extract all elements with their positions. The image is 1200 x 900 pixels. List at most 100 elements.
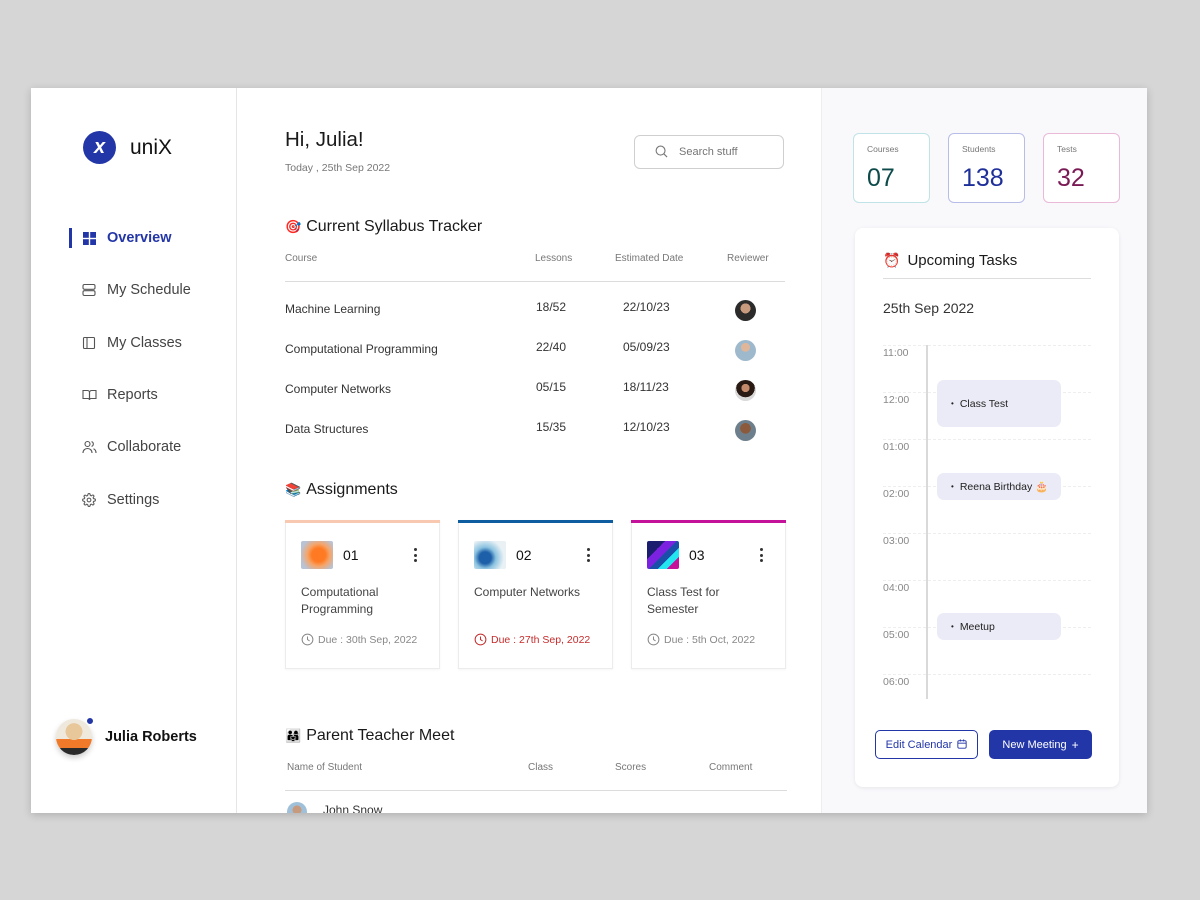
col-scores: Scores [615,762,647,773]
sidebar-item-reports[interactable]: Reports [31,369,237,421]
time-label: 02:00 [883,488,910,500]
table-row[interactable]: Computational Programming 22/40 05/09/23 [285,340,785,362]
estimated-date: 05/09/23 [623,340,670,354]
ptm-title: Parent Teacher Meet [306,727,455,744]
estimated-date: 18/11/23 [623,380,669,394]
classes-icon [81,335,97,351]
card-accent-bar [458,520,613,523]
assignment-card[interactable]: 02 Computer Networks Due : 27th Sep, 202… [458,520,613,669]
sidebar-item-collaborate[interactable]: Collaborate [31,421,237,473]
col-student-name: Name of Student [287,762,363,773]
search-icon [655,145,669,159]
sidebar-item-my-classes[interactable]: My Classes [31,317,237,369]
lessons: 15/35 [536,420,567,434]
search-box[interactable] [634,135,784,169]
calendar-icon [957,738,967,752]
timeline-gridline [883,345,1091,346]
event-label: Class Test [959,397,1009,410]
app-window: x uniX Overview My Schedule My Classes R… [31,88,1147,813]
main-content: Hi, Julia! Today , 25th Sep 2022 🎯 Curre… [237,88,821,813]
assignment-thumbnail [301,541,333,569]
syllabus-table-header: Course Lessons Estimated Date Reviewer [285,253,785,267]
col-class: Class [528,762,554,773]
sidebar-item-label: Overview [107,230,172,247]
event-class-test[interactable]: • Class Test [937,380,1061,427]
timeline-axis [926,345,928,699]
search-input[interactable] [679,146,769,158]
user-profile[interactable]: Julia Roberts [56,717,197,755]
assignment-title: Computer Networks [474,585,581,599]
table-row[interactable]: John Snow [285,802,785,813]
stat-value: 32 [1057,164,1085,192]
assignment-thumbnail [647,541,679,569]
schedule-icon [81,282,97,298]
col-course: Course [285,253,318,264]
timeline-gridline [883,674,1091,675]
assignment-number: 03 [689,547,705,563]
estimated-date: 22/10/23 [623,300,670,314]
event-meetup[interactable]: • Meetup [937,613,1061,640]
estimated-date: 12/10/23 [623,420,670,434]
due-date-overdue: Due : 27th Sep, 2022 [474,633,590,646]
time-label: 12:00 [883,394,910,406]
app-name: uniX [130,135,173,159]
ptm-heading: 👨‍👩‍👧 Parent Teacher Meet [285,727,454,745]
stat-card-tests[interactable]: Tests 32 [1043,133,1120,203]
lessons: 22/40 [536,340,567,354]
col-estimated-date: Estimated Date [615,253,684,264]
clock-icon [301,633,314,646]
sidebar-item-label: My Schedule [107,282,191,299]
due-text: Due : 5th Oct, 2022 [664,633,756,646]
time-label: 01:00 [883,441,910,453]
gear-icon [81,492,97,508]
right-panel: Courses 07 Students 138 Tests 32 ⏰ Upcom… [821,88,1147,813]
event-label: Meetup [959,620,995,633]
logo-icon: x [83,131,116,164]
time-label: 11:00 [883,347,909,359]
syllabus-title: Current Syllabus Tracker [306,218,483,235]
due-text: Due : 30th Sep, 2022 [318,633,418,646]
more-options-icon[interactable] [760,548,764,562]
plus-icon: + [1071,737,1079,752]
course-name: Data Structures [285,422,369,436]
syllabus-heading: 🎯 Current Syllabus Tracker [285,218,482,236]
user-name: Julia Roberts [105,729,197,745]
more-options-icon[interactable] [414,548,418,562]
timeline-gridline [883,439,1091,440]
sidebar-item-settings[interactable]: Settings [31,473,237,525]
more-options-icon[interactable] [587,548,591,562]
timeline: 11:00 12:00 01:00 02:00 03:00 04:00 05:0… [883,345,1091,705]
tasks-date: 25th Sep 2022 [883,300,975,316]
assignment-card[interactable]: 03 Class Test for Semester Due : 5th Oct… [631,520,786,669]
course-name: Computational Programming [285,342,438,356]
stat-value: 07 [867,164,895,192]
stat-card-courses[interactable]: Courses 07 [853,133,930,203]
grid-icon [81,230,97,246]
table-row[interactable]: Computer Networks 05/15 18/11/23 [285,380,785,402]
course-name: Computer Networks [285,382,392,396]
stat-card-students[interactable]: Students 138 [948,133,1025,203]
event-label: Reena Birthday 🎂 [959,481,1049,493]
assignment-card[interactable]: 01 Computational Programming Due : 30th … [285,520,440,669]
timeline-gridline [883,533,1091,534]
table-row[interactable]: Data Structures 15/35 12/10/23 [285,420,785,442]
stat-value: 138 [962,164,1004,192]
sidebar: x uniX Overview My Schedule My Classes R… [31,88,237,813]
ptm-table-header: Name of Student Class Scores Comment [285,762,785,776]
assignment-title: Computational Programming [301,585,379,616]
edit-calendar-button[interactable]: Edit Calendar [875,730,978,759]
stat-label: Students [962,144,996,154]
table-row[interactable]: Machine Learning 18/52 22/10/23 [285,300,785,322]
alarm-clock-icon: ⏰ [883,252,901,268]
sidebar-item-overview[interactable]: Overview [31,212,237,264]
sidebar-nav: Overview My Schedule My Classes Reports … [31,212,237,526]
new-meeting-button[interactable]: New Meeting + [989,730,1092,759]
upcoming-tasks-card: ⏰ Upcoming Tasks 25th Sep 2022 11:00 12:… [855,228,1119,787]
time-label: 04:00 [883,582,910,594]
event-reena-birthday[interactable]: • Reena Birthday 🎂 [937,473,1061,500]
col-reviewer: Reviewer [727,253,769,264]
sidebar-item-my-schedule[interactable]: My Schedule [31,264,237,316]
stat-label: Courses [867,144,899,154]
reviewer-avatar [735,300,756,321]
today-date: Today , 25th Sep 2022 [285,162,391,174]
